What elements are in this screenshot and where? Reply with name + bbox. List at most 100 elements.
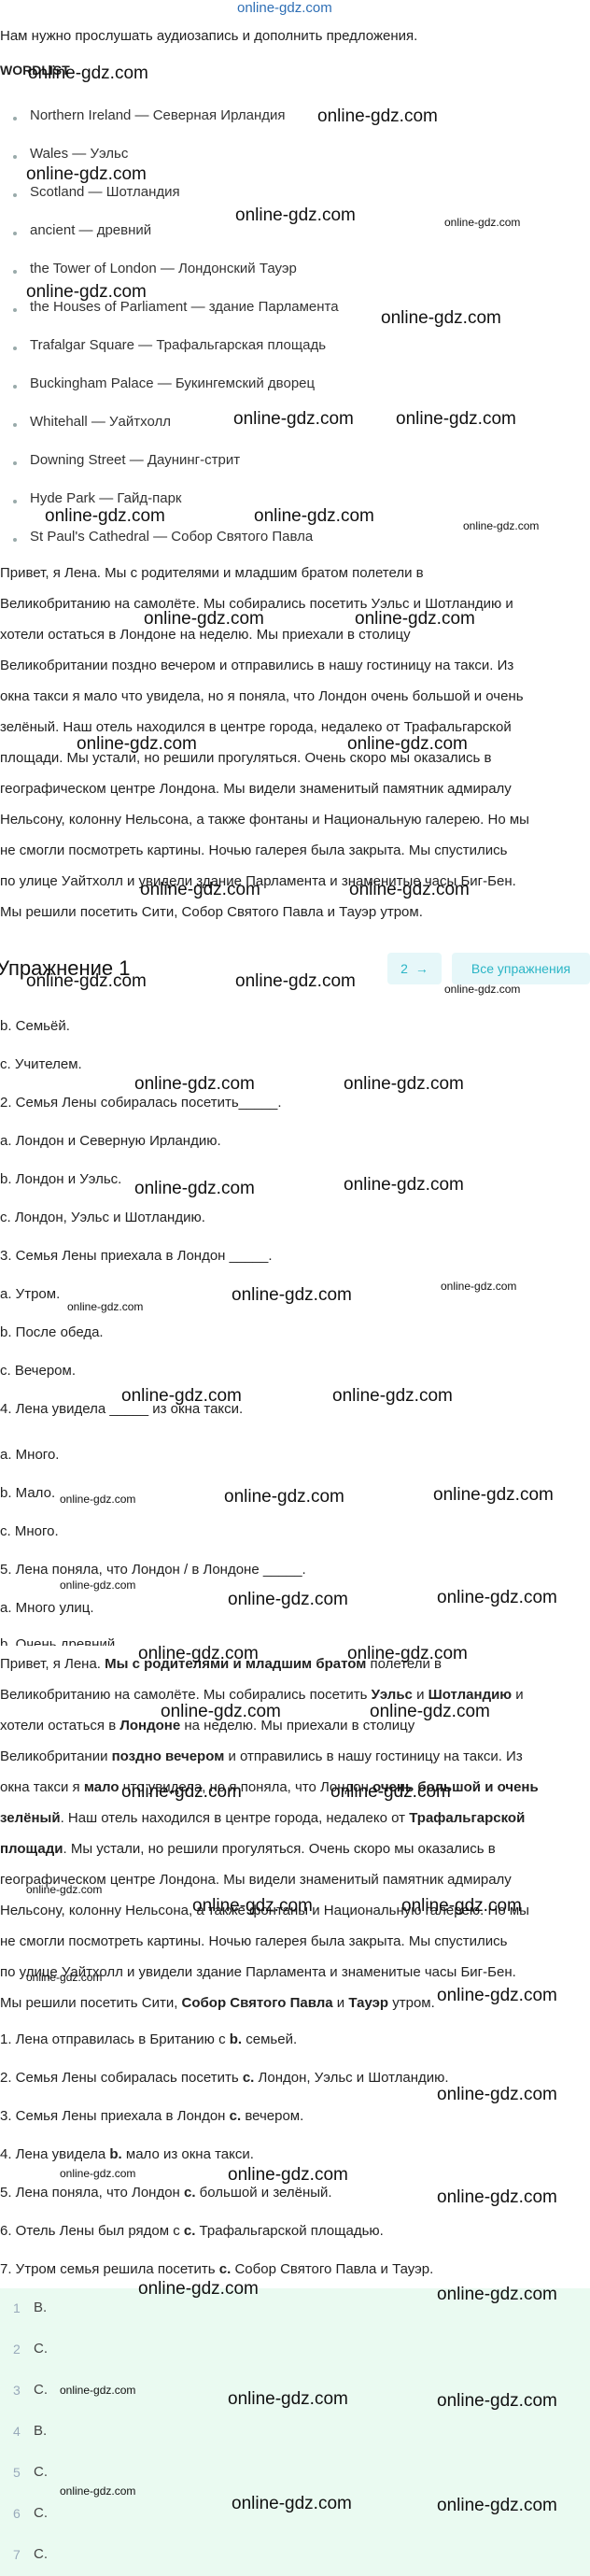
next-exercise-button[interactable]: 2 → <box>387 953 442 984</box>
watermark: online-gdz.com <box>26 1883 103 1896</box>
answer-number: 1 <box>13 2300 21 2315</box>
watermark: online-gdz.com <box>444 216 521 229</box>
watermark: online-gdz.com <box>228 2165 348 2185</box>
watermark: online-gdz.com <box>26 1971 103 1984</box>
list-item: Wales — Уэльс <box>30 146 129 162</box>
text-line: Мы решили посетить Сити, Собор Святого П… <box>0 1995 435 2011</box>
answer-number: 7 <box>13 2547 21 2562</box>
bullet <box>13 193 17 197</box>
watermark: online-gdz.com <box>161 1702 281 1721</box>
watermark: online-gdz.com <box>347 734 468 754</box>
answer-line: 5. Лена поняла, что Лондон c. большой и … <box>0 2185 332 2201</box>
watermark: online-gdz.com <box>463 519 540 532</box>
watermark: online-gdz.com <box>60 1578 136 1592</box>
watermark: online-gdz.com <box>232 2494 352 2513</box>
answer-value: B. <box>34 2300 48 2315</box>
watermark: online-gdz.com <box>138 1644 259 1663</box>
arrow-right-icon: → <box>414 961 428 976</box>
watermark: online-gdz.com <box>144 609 264 629</box>
list-item: Northern Ireland — Северная Ирландия <box>30 107 286 123</box>
question-line: 3. Семья Лены приехала в Лондон _____. <box>0 1248 273 1264</box>
intro-text: Нам нужно прослушать аудиозапись и допол… <box>0 28 418 44</box>
list-item: Scotland — Шотландия <box>30 184 180 200</box>
text-line: не смогли посмотреть картины. Ночью гале… <box>0 1933 508 1949</box>
watermark: online-gdz.com <box>45 506 165 526</box>
list-item: St Paul's Cathedral — Собор Святого Павл… <box>30 529 314 545</box>
site-logo[interactable]: online-gdz.com <box>237 0 332 16</box>
answer-line: 6. Отель Лены был рядом с c. Трафальгарс… <box>0 2223 384 2239</box>
answer-line: 3. Семья Лены приехала в Лондон c. вечер… <box>0 2108 304 2124</box>
watermark: online-gdz.com <box>330 1782 451 1802</box>
watermark: online-gdz.com <box>433 1485 554 1505</box>
watermark: online-gdz.com <box>60 2484 136 2498</box>
all-exercises-button[interactable]: Все упражнения <box>452 953 590 984</box>
question-line: b. Очень древний <box>0 1636 116 1646</box>
answers-panel <box>0 2288 590 2576</box>
watermark: online-gdz.com <box>396 409 516 429</box>
watermark: online-gdz.com <box>192 1896 313 1916</box>
text-line: не смогли посмотреть картины. Ночью гале… <box>0 842 508 858</box>
question-line: a. Много. <box>0 1447 60 1463</box>
list-item: Hyde Park — Гайд-парк <box>30 490 182 506</box>
watermark: online-gdz.com <box>134 1074 255 1094</box>
watermark: online-gdz.com <box>370 1702 490 1721</box>
watermark: online-gdz.com <box>60 2167 136 2180</box>
answer-number: 6 <box>13 2506 21 2521</box>
watermark: online-gdz.com <box>441 1280 517 1293</box>
text-line: окна такси я мало что увидела, но я поня… <box>0 688 524 704</box>
text-line: окна такси я мало что увидела, но я поня… <box>0 1779 539 1795</box>
text-line: Привет, я Лена. Мы с родителями и младши… <box>0 565 424 581</box>
question-line: c. Учителем. <box>0 1056 82 1072</box>
list-item: Buckingham Palace — Букингемский дворец <box>30 375 316 391</box>
bullet <box>13 385 17 389</box>
watermark: online-gdz.com <box>437 2085 557 2104</box>
question-line: b. Мало. <box>0 1485 56 1501</box>
watermark: online-gdz.com <box>26 282 147 302</box>
question-line: a. Лондон и Северную Ирландию. <box>0 1133 221 1149</box>
watermark: online-gdz.com <box>347 1644 468 1663</box>
watermark: online-gdz.com <box>444 983 521 996</box>
answer-number: 3 <box>13 2383 21 2398</box>
question-line: b. Семьёй. <box>0 1018 70 1034</box>
answer-line: 7. Утром семья решила посетить c. Собор … <box>0 2261 434 2277</box>
answer-value: B. <box>34 2423 48 2439</box>
watermark: online-gdz.com <box>134 1179 255 1198</box>
next-exercise-label: 2 <box>400 961 408 976</box>
watermark: online-gdz.com <box>228 2389 348 2409</box>
watermark: online-gdz.com <box>437 1588 557 1607</box>
answer-number: 5 <box>13 2465 21 2480</box>
bullet <box>13 308 17 312</box>
watermark: online-gdz.com <box>437 2496 557 2515</box>
question-line: 5. Лена поняла, что Лондон / в Лондоне _… <box>0 1562 306 1578</box>
text-line: Мы решили посетить Сити, Собор Святого П… <box>0 904 423 920</box>
watermark: online-gdz.com <box>232 1285 352 1305</box>
watermark: online-gdz.com <box>121 1386 242 1406</box>
watermark: online-gdz.com <box>437 1986 557 2005</box>
text-line: Нельсону, колонну Нельсона, а также фонт… <box>0 812 529 828</box>
watermark: online-gdz.com <box>140 880 260 899</box>
answer-value: C. <box>34 2341 48 2357</box>
watermark: online-gdz.com <box>344 1074 464 1094</box>
watermark: online-gdz.com <box>235 205 356 225</box>
bullet <box>13 270 17 274</box>
question-line: b. После обеда. <box>0 1324 104 1340</box>
bullet <box>13 232 17 235</box>
text-line: зелёный. Наш отель находился в центре го… <box>0 1810 526 1826</box>
list-item: Downing Street — Даунинг-стрит <box>30 452 241 468</box>
question-line: c. Вечером. <box>0 1363 77 1379</box>
watermark: online-gdz.com <box>355 609 475 629</box>
bullet <box>13 500 17 503</box>
text-line: географическом центре Лондона. Мы видели… <box>0 781 512 797</box>
text-line: Великобританию на самолёте. Мы собиралис… <box>0 1687 524 1703</box>
answer-line: 1. Лена отправилась в Британию с b. семь… <box>0 2031 298 2047</box>
bullet <box>13 538 17 542</box>
watermark: online-gdz.com <box>121 1782 242 1802</box>
watermark: online-gdz.com <box>401 1896 522 1916</box>
bullet <box>13 155 17 159</box>
watermark: online-gdz.com <box>28 64 148 83</box>
answer-number: 4 <box>13 2424 21 2439</box>
watermark: online-gdz.com <box>67 1300 144 1313</box>
bullet <box>13 347 17 350</box>
watermark: online-gdz.com <box>60 1493 136 1506</box>
watermark: online-gdz.com <box>437 2285 557 2304</box>
